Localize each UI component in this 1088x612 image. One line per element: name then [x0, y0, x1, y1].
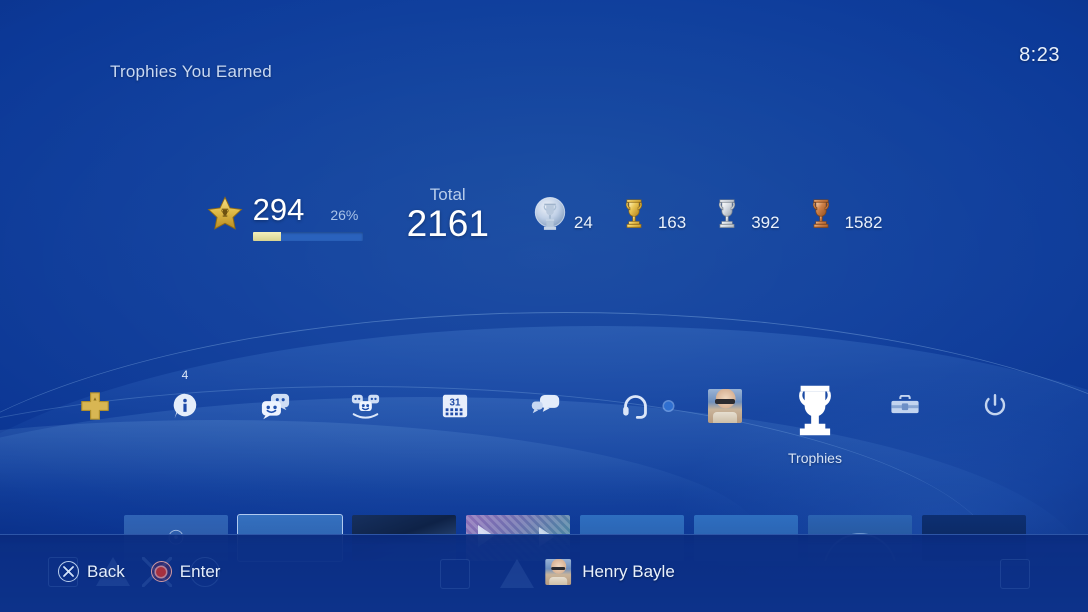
cross-button-icon [58, 561, 79, 582]
power-icon [950, 378, 1040, 434]
trophy-level-block: 294 26% [206, 185, 363, 241]
hint-label-back: Back [87, 561, 125, 581]
nav-label-trophies: Trophies [788, 450, 842, 466]
trophy-level-value: 294 [252, 192, 305, 227]
nav-item-messages[interactable] [230, 378, 320, 440]
nav-item-trophies[interactable]: Trophies [770, 378, 860, 466]
clock: 8:23 [1019, 44, 1060, 66]
silver-trophy-value: 392 [751, 213, 780, 232]
trophy-summary: 294 26% Total 2161 24 163 392 1582 [0, 185, 1088, 243]
silver-trophy-icon [708, 195, 746, 237]
trophy-icon [770, 378, 860, 444]
hint-back[interactable]: Back [58, 561, 125, 582]
trophy-level-progress-fill [252, 232, 282, 241]
circle-button-icon [150, 561, 172, 582]
bronze-trophy-icon [802, 195, 840, 237]
trophy-counts: 24 163 392 1582 [531, 185, 883, 237]
gold-trophy-value: 163 [657, 213, 687, 232]
party-icon [320, 378, 410, 434]
nav-item-settings[interactable] [860, 378, 950, 440]
calendar-31-icon: 31 [410, 378, 500, 434]
hint-enter[interactable]: Enter [150, 561, 221, 582]
nav-item-notifications[interactable]: 4 [140, 368, 230, 440]
user-avatar [545, 559, 572, 585]
messages-icon [230, 378, 320, 434]
svg-text:▲: ▲ [92, 397, 97, 403]
user-name: Henry Bayle [582, 562, 675, 581]
button-hints: Back Enter [58, 561, 220, 582]
page-title: Trophies You Earned [110, 62, 272, 81]
header: Trophies You Earned 8:23 [0, 0, 1088, 110]
platinum-trophy-icon [531, 195, 569, 237]
nav-item-ps-plus[interactable]: ▲ [50, 378, 140, 440]
silver-trophy-count: 392 [708, 195, 780, 237]
chat-bubbles-icon [500, 378, 590, 434]
gold-trophy-icon [615, 195, 653, 237]
star-trophy-icon [206, 195, 244, 233]
trophy-total-label: Total [429, 185, 466, 204]
gold-trophy-count: 163 [615, 195, 686, 237]
nav-item-profile[interactable] [664, 378, 770, 440]
nav-item-friends-chat[interactable] [500, 378, 590, 440]
current-user[interactable]: Henry Bayle [545, 559, 675, 585]
notification-info-icon [140, 378, 230, 434]
trophy-level-progress-bar [252, 232, 363, 241]
nav-item-power[interactable] [950, 378, 1040, 440]
nav-item-party[interactable] [320, 378, 410, 440]
trophy-total-block: Total 2161 [407, 185, 489, 243]
svg-text:31: 31 [450, 398, 461, 409]
toolbox-icon [860, 378, 950, 434]
bronze-trophy-count: 1582 [802, 195, 883, 237]
profile-avatar-icon [708, 389, 742, 423]
square-glyph-icon [440, 559, 470, 589]
ps-plus-cross-icon: ▲ [50, 378, 140, 434]
trophy-level-percent: 26% [330, 207, 359, 223]
platinum-trophy-value: 24 [573, 213, 593, 232]
notifications-badge: 4 [181, 368, 189, 382]
function-area-nav: ▲ 4 31 Trophies [0, 368, 1088, 488]
profile-avatar-wrap [664, 378, 770, 434]
trophy-total-value: 2161 [406, 202, 489, 244]
footer-bar: Back Enter Henry Bayle [0, 534, 1088, 612]
online-status-dot [664, 401, 673, 411]
bronze-trophy-value: 1582 [844, 213, 883, 232]
triangle-glyph-icon [500, 559, 534, 588]
nav-item-events[interactable]: 31 [410, 378, 500, 440]
hint-label-enter: Enter [179, 561, 221, 581]
platinum-trophy-count: 24 [531, 195, 593, 237]
square-glyph-icon [1000, 559, 1030, 589]
